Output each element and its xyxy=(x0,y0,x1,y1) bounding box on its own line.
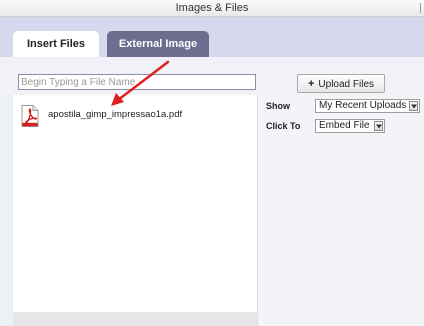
file-search-input[interactable] xyxy=(18,74,256,90)
images-files-dialog: Images & Files Insert Files External Ima… xyxy=(0,0,424,326)
list-item[interactable]: apostila_gimp_impressao1a.pdf xyxy=(13,103,257,127)
tab-insert-files[interactable]: Insert Files xyxy=(13,31,99,57)
file-list-pane: apostila_gimp_impressao1a.pdf xyxy=(13,95,258,326)
show-select[interactable]: My Recent Uploads xyxy=(315,99,420,113)
click-to-label: Click To xyxy=(266,121,301,131)
tab-external-image[interactable]: External Image xyxy=(107,31,209,57)
show-label: Show xyxy=(266,101,290,111)
file-name: apostila_gimp_impressao1a.pdf xyxy=(48,109,183,120)
chevron-down-icon xyxy=(409,101,418,111)
window-title: Images & Files xyxy=(175,2,249,14)
click-to-select[interactable]: Embed File xyxy=(315,119,385,133)
pdf-icon xyxy=(21,105,39,127)
click-to-select-value: Embed File xyxy=(319,120,370,131)
upload-files-label: Upload Files xyxy=(318,79,375,90)
file-pane-footer xyxy=(13,312,257,326)
show-select-value: My Recent Uploads xyxy=(319,100,407,111)
title-bar-edge xyxy=(420,3,424,13)
options-pane: Show My Recent Uploads Click To Embed Fi… xyxy=(258,95,424,326)
upload-files-button[interactable]: + Upload Files xyxy=(297,74,385,93)
tab-strip: Insert Files External Image xyxy=(0,17,424,57)
chevron-down-icon xyxy=(374,121,383,131)
search-toolbar: +Upload Files xyxy=(0,57,424,95)
title-bar: Images & Files xyxy=(0,0,424,17)
plus-icon: + xyxy=(307,78,315,90)
